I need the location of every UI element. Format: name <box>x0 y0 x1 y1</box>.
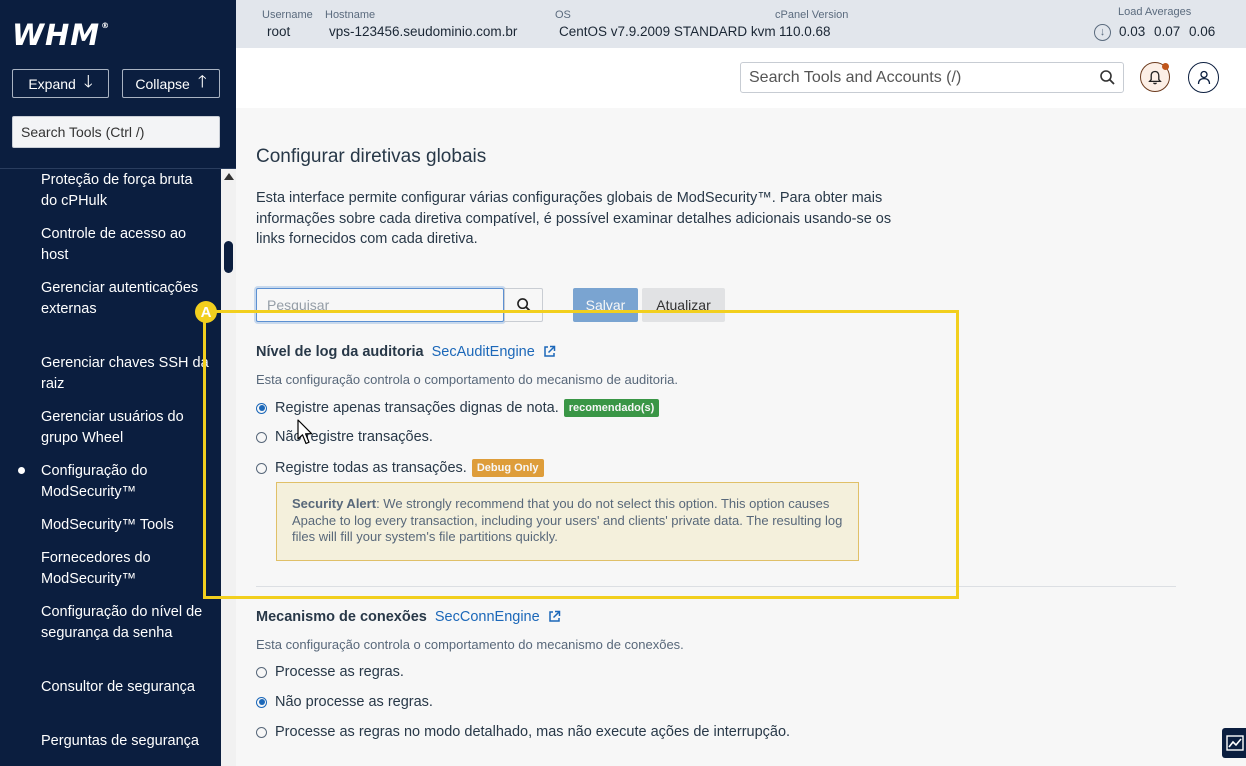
os-label: OS <box>555 9 571 21</box>
user-icon <box>1197 70 1210 85</box>
radio-option-detection-only[interactable]: Processe as regras no modo detalhado, ma… <box>256 724 790 740</box>
radio-button-checked[interactable] <box>256 696 267 708</box>
expand-label: Expand <box>28 75 76 92</box>
chart-icon <box>1226 735 1244 751</box>
sidebar-item-security-advisor[interactable]: Consultor de segurança <box>41 677 209 698</box>
cpanel-version-value: 110.0.68 <box>779 24 831 39</box>
sidebar-search-input[interactable] <box>12 116 220 148</box>
highlight-box <box>203 310 959 599</box>
notifications-button[interactable] <box>1140 62 1170 92</box>
username-label: Username <box>262 9 313 21</box>
arrow-down-circle-icon: ↓ <box>1094 24 1111 41</box>
load-averages-label: Load Averages <box>1118 6 1192 18</box>
sidebar-item-external-auth[interactable]: Gerenciar autenticações externas <box>41 278 209 320</box>
radio-label: Processe as regras no modo detalhado, ma… <box>275 724 791 740</box>
external-link-icon[interactable] <box>548 610 561 623</box>
bell-icon <box>1148 70 1162 84</box>
server-info-bar: Username root Hostname vps-123456.seudom… <box>236 0 1246 48</box>
arrow-down-icon: 🡓 <box>83 72 93 91</box>
secconnengine-link[interactable]: SecConnEngine <box>435 609 540 625</box>
search-tools-accounts-input[interactable] <box>740 62 1124 93</box>
section-description: Esta configuração controla o comportamen… <box>256 637 684 652</box>
user-menu-button[interactable] <box>1188 62 1219 93</box>
sidebar-divider <box>0 168 236 169</box>
arrow-up-icon: 🡑 <box>197 72 207 91</box>
sidebar-item-root-ssh-keys[interactable]: Gerenciar chaves SSH da raiz <box>41 353 209 395</box>
sidebar-item-modsecurity-tools[interactable]: ModSecurity™ Tools <box>41 515 209 536</box>
whm-logo[interactable]: WHM® <box>12 18 110 52</box>
load-average-3: 0.06 <box>1189 24 1216 39</box>
scroll-up-arrow-icon[interactable] <box>224 173 234 180</box>
load-average-1: 0.03 <box>1119 24 1146 39</box>
active-indicator <box>18 467 25 474</box>
sidebar-item-modsecurity-config[interactable]: Configuração do ModSecurity™ <box>18 461 209 503</box>
sidebar-item-security-questions[interactable]: Perguntas de segurança <box>41 731 209 752</box>
radio-button[interactable] <box>256 666 267 678</box>
load-average-2: 0.07 <box>1154 24 1181 39</box>
radio-option-process-rules[interactable]: Processe as regras. <box>256 664 404 680</box>
username-value: root <box>267 24 291 39</box>
notification-dot <box>1162 63 1169 70</box>
radio-option-no-process[interactable]: Não processe as regras. <box>256 694 433 710</box>
radio-button[interactable] <box>256 726 267 738</box>
annotation-marker: A <box>195 301 217 323</box>
section-heading-connections: Mecanismo de conexões SecConnEngine <box>256 609 561 625</box>
cpanel-version-label: cPanel Version <box>775 9 849 21</box>
hostname-value: vps-123456.seudominio.com.br <box>329 24 518 39</box>
header <box>236 48 1246 109</box>
sidebar-item-modsecurity-vendors[interactable]: Fornecedores do ModSecurity™ <box>41 548 209 590</box>
analytics-button[interactable] <box>1222 728 1246 758</box>
page-title: Configurar diretivas globais <box>256 146 487 167</box>
radio-label: Processe as regras. <box>275 664 404 680</box>
page-description: Esta interface permite configurar várias… <box>256 190 892 247</box>
expand-button[interactable]: Expand 🡓 <box>12 69 109 98</box>
radio-label: Não processe as regras. <box>275 694 433 710</box>
os-value: CentOS v7.9.2009 STANDARD kvm <box>559 24 776 39</box>
hostname-label: Hostname <box>325 9 376 21</box>
sidebar: WHM® Expand 🡓 Collapse 🡑 Proteção de for… <box>0 0 236 766</box>
sidebar-item-password-strength[interactable]: Configuração do nível de segurança da se… <box>41 602 209 644</box>
sidebar-item-host-access[interactable]: Controle de acesso ao host <box>41 224 209 266</box>
collapse-button[interactable]: Collapse 🡑 <box>122 69 220 98</box>
section-title: Mecanismo de conexões <box>256 609 427 625</box>
sidebar-item-cphulk[interactable]: Proteção de força bruta do cPHulk <box>41 170 209 212</box>
collapse-label: Collapse <box>135 75 190 92</box>
sidebar-item-label: Configuração do ModSecurity™ <box>41 463 148 500</box>
search-icon[interactable] <box>1100 70 1115 85</box>
sidebar-item-wheel-group[interactable]: Gerenciar usuários do grupo Wheel <box>41 407 209 449</box>
mouse-cursor-icon <box>297 419 313 445</box>
scrollbar-thumb[interactable] <box>224 241 233 273</box>
